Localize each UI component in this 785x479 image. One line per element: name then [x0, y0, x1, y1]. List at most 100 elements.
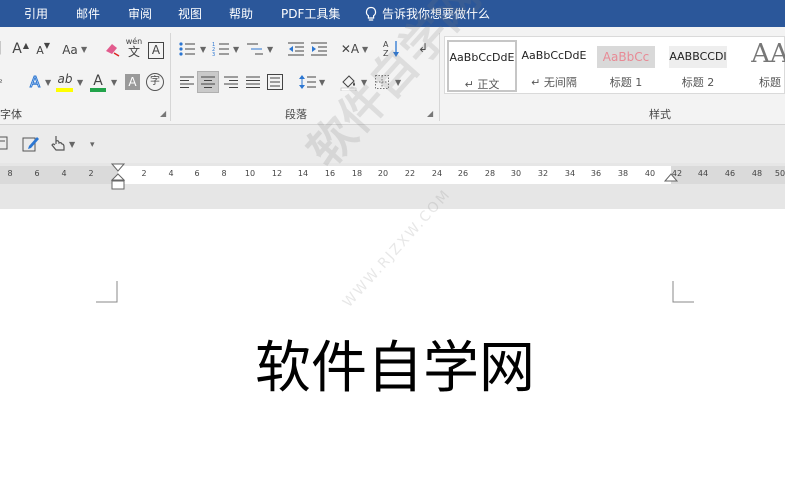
styles-group-label: 样式 [649, 108, 671, 121]
style-heading-1[interactable]: AaBbCc 标题 1 [591, 40, 661, 92]
style-heading-1-name: 标题 1 [609, 76, 643, 89]
ruler-number: 10 [244, 169, 256, 178]
svg-text:3: 3 [212, 52, 215, 57]
shading-icon[interactable] [340, 73, 358, 96]
style-heading-1-preview: AaBbCc [602, 50, 650, 64]
borders-dropdown-icon[interactable]: ▼ [395, 75, 401, 91]
text-effects-icon[interactable]: A [26, 74, 44, 91]
grow-font-arrow-icon: ▲ [22, 41, 30, 50]
customize-qat-icon[interactable]: ▾ [90, 137, 95, 153]
highlight-dropdown-icon[interactable]: ▼ [77, 75, 83, 91]
subscript-partial-icon[interactable]: ² [0, 75, 6, 91]
ruler-number: 36 [590, 169, 602, 178]
change-case-icon[interactable]: Aa [61, 42, 79, 58]
font-color-bar [90, 88, 106, 92]
text-effects-dropdown-icon[interactable]: ▼ [45, 75, 51, 91]
ruler-number: 8 [221, 169, 227, 178]
print-preview-icon[interactable] [0, 135, 10, 156]
tell-me-box[interactable]: 告诉我你想要做什么 [364, 6, 490, 22]
align-right-icon[interactable] [222, 75, 240, 94]
style-heading-2[interactable]: AABBCCDI 标题 2 [663, 40, 733, 92]
chinese-layout-dropdown-icon[interactable]: ▼ [362, 42, 368, 58]
ruler-number: 46 [724, 169, 736, 178]
paragraph-mark: ↵ [464, 78, 474, 91]
ruler-number: 18 [351, 169, 363, 178]
ruler-number: 20 [377, 169, 389, 178]
group-divider [439, 33, 440, 121]
bullets-dropdown-icon[interactable]: ▼ [200, 42, 206, 58]
document-page[interactable]: 软件自学网 [0, 209, 785, 479]
highlight-icon[interactable]: ab [55, 71, 75, 87]
ruler-number: 26 [457, 169, 469, 178]
clear-formatting-icon[interactable] [103, 41, 121, 62]
character-border-icon[interactable]: A [148, 42, 164, 59]
left-indent-marker-icon[interactable] [111, 163, 125, 191]
line-spacing-icon[interactable] [299, 74, 317, 95]
show-marks-icon[interactable]: ↲ [417, 40, 429, 56]
svg-text:Z: Z [383, 49, 389, 58]
distributed-icon[interactable] [266, 74, 284, 95]
numbering-dropdown-icon[interactable]: ▼ [233, 42, 239, 58]
menu-mailings[interactable]: 邮件 [76, 6, 100, 22]
align-center-icon[interactable] [197, 71, 219, 93]
borders-icon[interactable] [374, 75, 390, 94]
group-divider [170, 33, 171, 121]
ruler-number: 4 [61, 169, 67, 178]
justify-icon[interactable] [244, 75, 262, 94]
document-text[interactable]: 软件自学网 [255, 323, 535, 404]
line-spacing-dropdown-icon[interactable]: ▼ [319, 75, 325, 91]
menu-pdf-tools[interactable]: PDF工具集 [281, 6, 340, 22]
style-title-preview: AA [751, 39, 785, 69]
touch-mode-icon[interactable] [50, 134, 66, 157]
decrease-indent-icon[interactable] [287, 41, 305, 62]
multilevel-list-icon[interactable] [246, 41, 264, 62]
ruler-number: 2 [141, 169, 147, 178]
ruler-number: 8 [7, 169, 13, 178]
quick-access-toolbar: ▼ ▾ [0, 125, 785, 163]
phonetic-guide-icon[interactable]: 文 [125, 44, 143, 60]
font-size-divider: | [0, 40, 4, 56]
ruler-number: 40 [644, 169, 656, 178]
ruler-number: 16 [324, 169, 336, 178]
menu-review[interactable]: 审阅 [128, 6, 152, 22]
character-shading-icon[interactable]: A [125, 74, 140, 90]
tell-me-label: 告诉我你想要做什么 [382, 7, 491, 21]
style-normal[interactable]: AaBbCcDdE ↵ 正文 [447, 40, 517, 92]
ruler-number: 2 [88, 169, 94, 178]
sort-icon[interactable]: AZ [383, 39, 401, 64]
ruler-number: 28 [484, 169, 496, 178]
enclose-characters-icon[interactable]: 字 [146, 73, 164, 91]
right-indent-marker-icon[interactable] [664, 172, 678, 184]
word-window: 引用 邮件 审阅 视图 帮助 PDF工具集 告诉我你想要做什么 | A ▲ A … [0, 0, 785, 479]
ruler-number: 50 [774, 169, 785, 178]
ruler-number: 14 [297, 169, 309, 178]
numbering-icon[interactable]: 123 [212, 41, 230, 62]
margin-corner-right [672, 281, 694, 303]
paragraph-group-label: 段落 [285, 108, 307, 121]
font-dialog-launcher-icon[interactable]: ◢ [160, 109, 166, 118]
style-heading-2-preview: AABBCCDI [669, 50, 727, 63]
paragraph-mark: ↵ [531, 76, 541, 89]
lightbulb-icon [365, 6, 377, 21]
font-color-icon[interactable]: A [90, 73, 106, 89]
menu-references[interactable]: 引用 [24, 6, 48, 22]
paragraph-dialog-launcher-icon[interactable]: ◢ [427, 109, 433, 118]
shrink-font-arrow-icon: ▼ [43, 41, 51, 50]
style-title[interactable]: AA 标题 [735, 39, 785, 92]
edit-document-icon[interactable] [22, 135, 40, 158]
font-color-dropdown-icon[interactable]: ▼ [111, 75, 117, 91]
align-left-icon[interactable] [178, 75, 196, 94]
touch-mode-dropdown-icon[interactable]: ▼ [69, 137, 75, 153]
bullets-icon[interactable] [178, 41, 196, 62]
multilevel-list-dropdown-icon[interactable]: ▼ [267, 42, 273, 58]
menu-view[interactable]: 视图 [178, 6, 202, 22]
increase-indent-icon[interactable] [310, 41, 328, 62]
chinese-layout-icon[interactable]: ✕A [339, 41, 361, 57]
change-case-dropdown-icon[interactable]: ▼ [81, 42, 87, 58]
font-group-label: 字体 [0, 108, 22, 121]
menu-help[interactable]: 帮助 [229, 6, 253, 22]
shading-dropdown-icon[interactable]: ▼ [361, 75, 367, 91]
ruler-gap [0, 193, 785, 209]
ruler-number: 12 [271, 169, 283, 178]
style-no-spacing[interactable]: AaBbCcDdE ↵ 无间隔 [519, 40, 589, 92]
